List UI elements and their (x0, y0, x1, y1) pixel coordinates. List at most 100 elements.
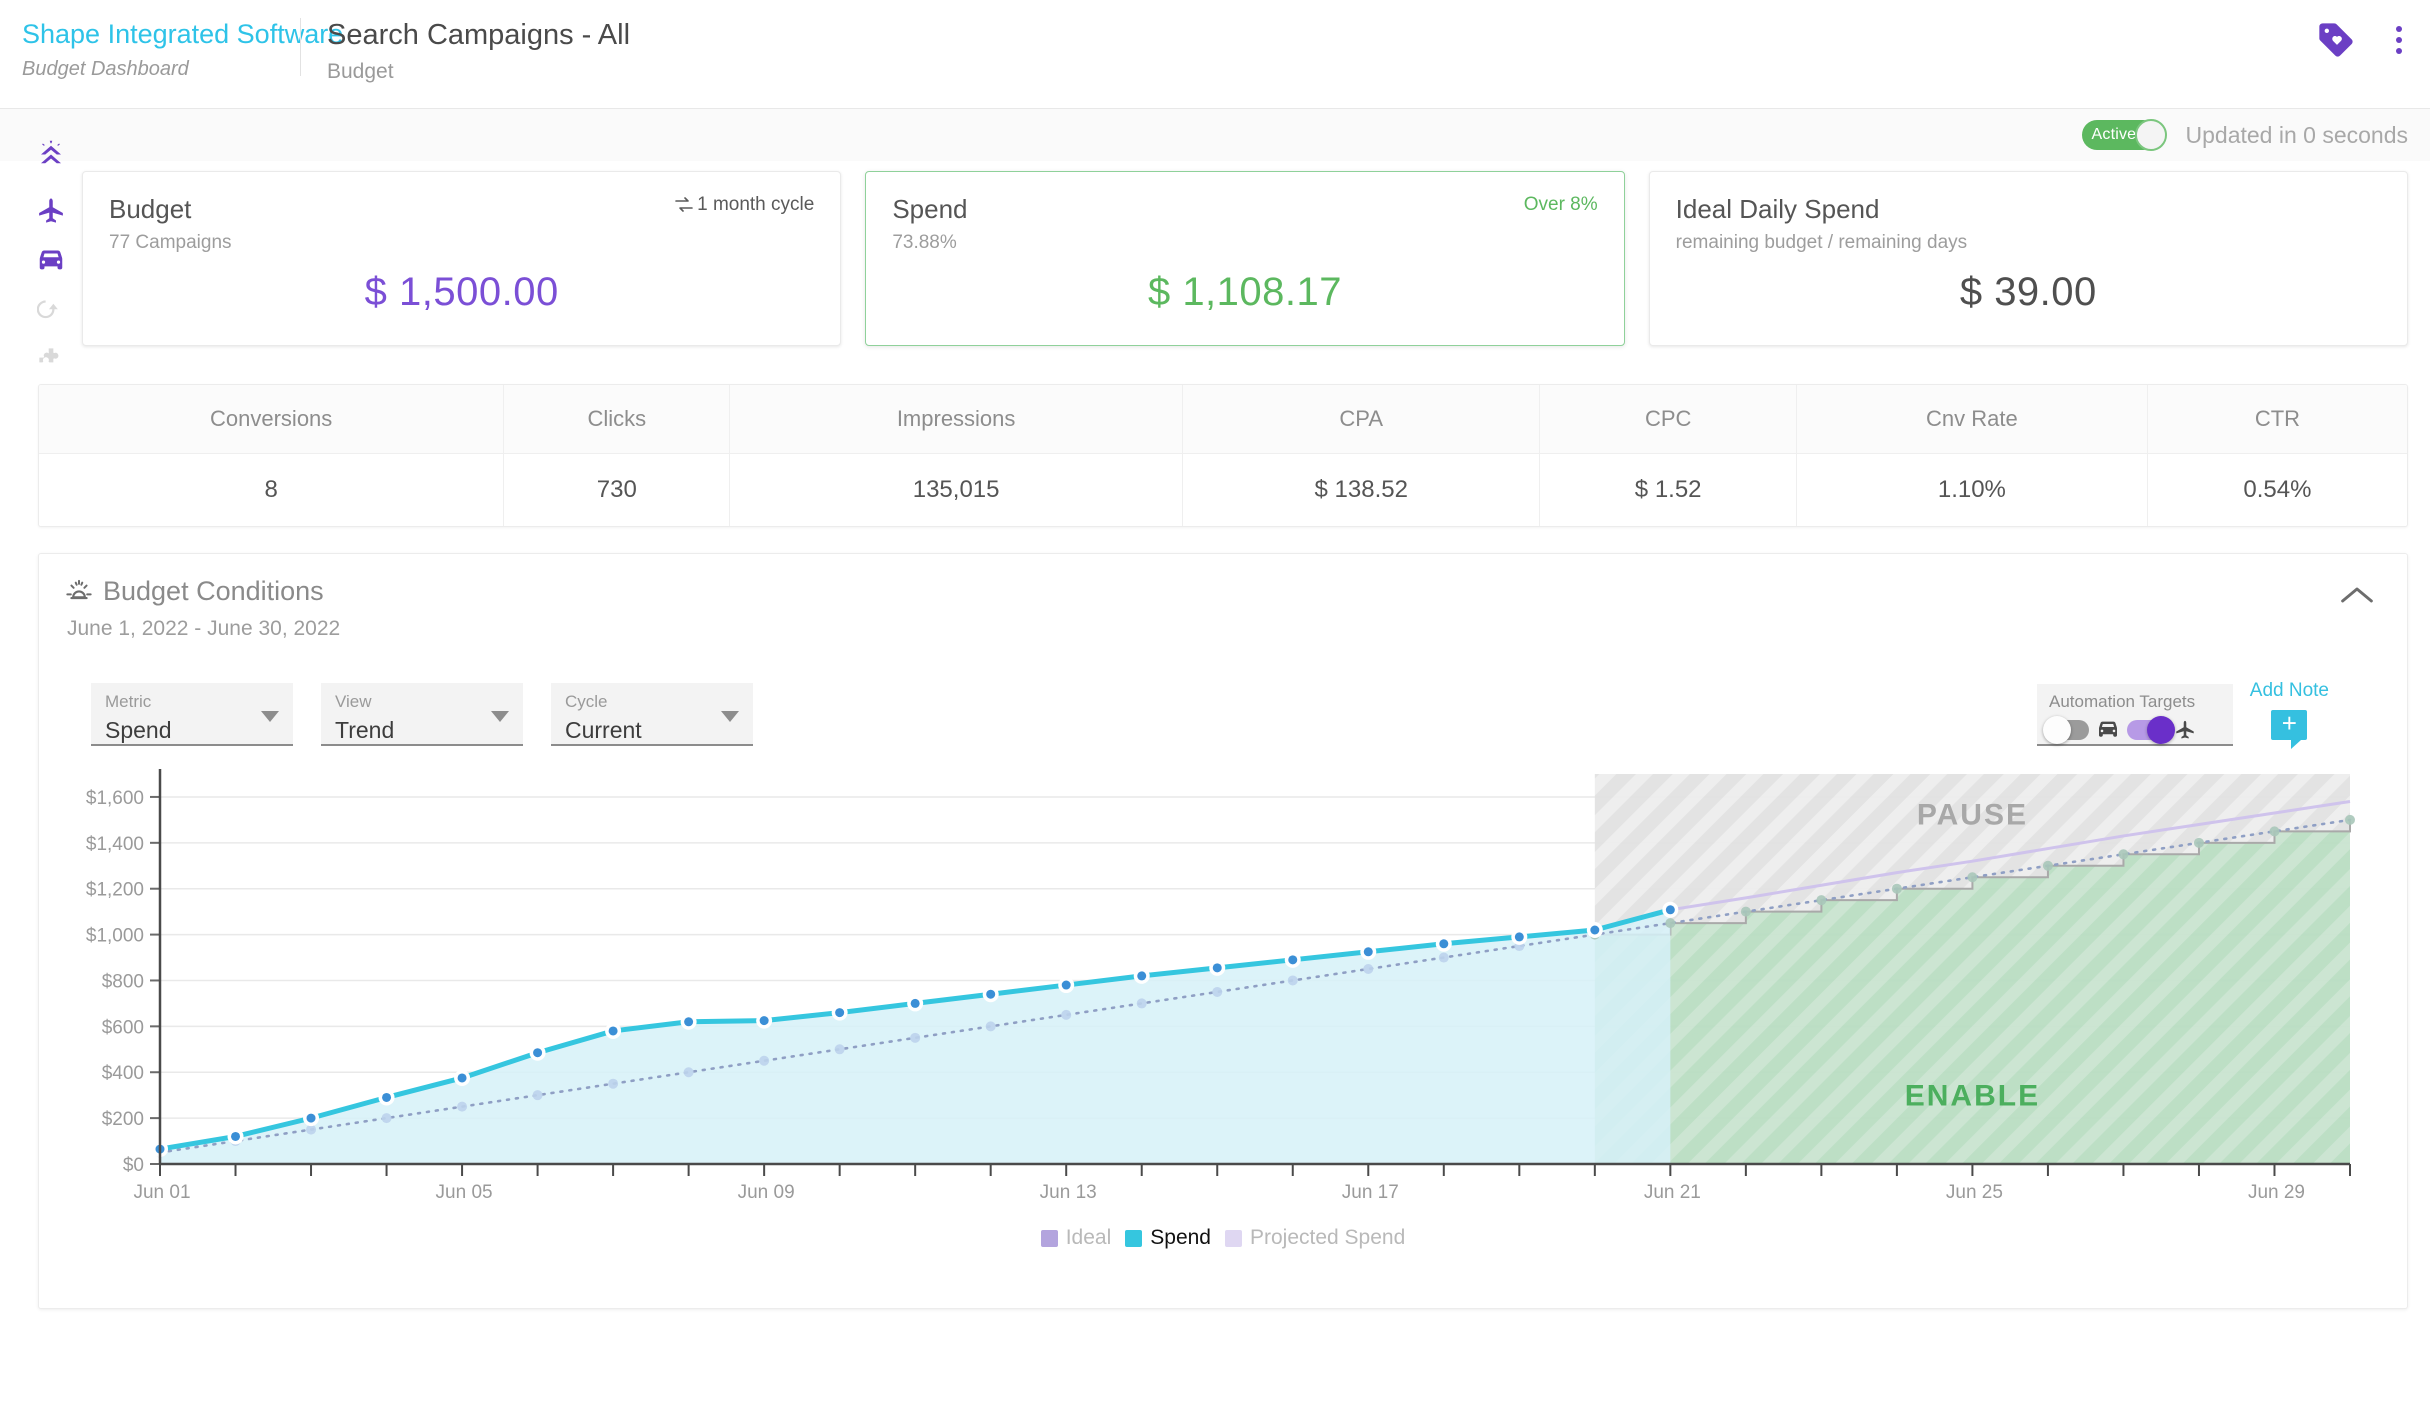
car-icon (2099, 721, 2117, 737)
metrics-value-cell: 0.54% (2147, 453, 2407, 526)
chevron-up-icon[interactable] (2333, 576, 2381, 614)
puzzle-icon (39, 348, 59, 363)
toggle-knob (2134, 119, 2167, 151)
automation-targets-label: Automation Targets (2049, 692, 2196, 711)
budget-conditions-title: Budget Conditions (103, 576, 324, 606)
refresh-icon (37, 299, 58, 319)
legend-item-spend[interactable]: Spend (1125, 1226, 1211, 1250)
cycle-select-value: Current (565, 717, 642, 743)
ideal-daily-spend-card: Ideal Daily Spend remaining budget / rem… (1648, 171, 2408, 346)
metrics-table: Conversions Clicks Impressions CPA CPC C… (38, 384, 2408, 527)
svg-text:Jun 05: Jun 05 (436, 1182, 493, 1203)
toggle-knob (2147, 716, 2175, 744)
plus-glyph: + (2281, 708, 2297, 738)
chart-legend: Ideal Spend Projected Spend (65, 1226, 2381, 1250)
status-strip: Active Updated in 0 seconds (0, 109, 2430, 161)
metrics-value-cell: 135,015 (729, 453, 1183, 526)
updated-text: Updated in 0 seconds (2185, 121, 2409, 148)
top-bar: Shape Integrated Software Budget Dashboa… (0, 0, 2430, 109)
add-note-block: Add Note + (2250, 680, 2329, 749)
svg-text:Jun 17: Jun 17 (1342, 1182, 1399, 1203)
kebab-dot (2396, 37, 2402, 43)
metric-select-value: Spend (105, 717, 172, 743)
svg-text:$600: $600 (102, 1017, 144, 1038)
svg-text:$1,000: $1,000 (86, 926, 144, 947)
tag-heart-icon[interactable] (2316, 20, 2356, 60)
svg-text:Jun 13: Jun 13 (1040, 1182, 1097, 1203)
budget-card-value: $ 1,500.00 (364, 270, 559, 314)
spend-card-note: Over 8% (1523, 194, 1598, 215)
airplane-icon (2176, 720, 2194, 739)
chevron-down-icon[interactable] (491, 711, 509, 722)
budget-card-title: Budget (109, 194, 192, 224)
budget-cycle: 1 month cycle (675, 194, 814, 216)
budget-conditions-panel: Budget Conditions June 1, 2022 - June 30… (38, 553, 2408, 1309)
svg-text:$1,200: $1,200 (86, 880, 144, 901)
cycle-icon (675, 197, 693, 212)
metrics-header-cell: Impressions (729, 385, 1183, 454)
svg-text:$800: $800 (102, 971, 144, 992)
spend-card-value: $ 1,108.17 (1147, 270, 1343, 314)
page-title: Search Campaigns - All (327, 19, 631, 51)
active-status-toggle[interactable]: Active (2081, 119, 2167, 151)
car-icon[interactable] (36, 248, 66, 274)
automation-toggle-airplane[interactable] (2127, 716, 2175, 744)
page-title-block: Search Campaigns - All Budget (301, 0, 630, 84)
svg-text:$1,400: $1,400 (86, 834, 144, 855)
svg-text:PAUSE: PAUSE (1917, 798, 2028, 831)
legend-swatch (1040, 1229, 1058, 1247)
svg-text:Jun 09: Jun 09 (738, 1182, 795, 1203)
svg-text:Jun 01: Jun 01 (133, 1182, 190, 1203)
add-note-link[interactable]: Add Note (2250, 680, 2329, 702)
automation-targets: Automation Targets (2037, 684, 2233, 746)
budget-card-sub: 77 Campaigns (109, 232, 232, 253)
ideal-card-title: Ideal Daily Spend (1675, 194, 1880, 224)
metrics-header-cell: CPA (1182, 385, 1541, 454)
cycle-select[interactable]: Cycle Current (551, 683, 753, 746)
view-select[interactable]: View Trend (321, 683, 523, 746)
metrics-value-cell: 730 (503, 453, 731, 526)
chart-canvas: $0 $200 $400 $600 $800 $1,000 $1,200 $1,400 $1,6… (86, 769, 2355, 1203)
airplane-icon[interactable] (36, 196, 66, 226)
svg-text:Jun 29: Jun 29 (2248, 1182, 2305, 1203)
chevron-down-icon[interactable] (721, 711, 739, 722)
legend-label: Spend (1150, 1226, 1211, 1249)
chart-controls: Metric Spend View Trend Cycle Current Au… (65, 680, 2381, 749)
ideal-card-value: $ 39.00 (1959, 270, 2097, 314)
metrics-value-cell: $ 138.52 (1182, 453, 1541, 526)
note-plus-icon[interactable]: + (2271, 708, 2308, 749)
active-status-label: Active (2091, 126, 2137, 143)
svg-text:$1,600: $1,600 (86, 788, 144, 809)
kebab-dot (2396, 26, 2402, 32)
metric-select[interactable]: Metric Spend (91, 683, 293, 746)
legend-item-ideal[interactable]: Ideal (1040, 1226, 1112, 1250)
kebab-dot (2396, 48, 2402, 54)
view-select-value: Trend (335, 717, 395, 743)
metrics-header-cell: Conversions (39, 385, 505, 454)
metrics-header-cell: Clicks (503, 385, 731, 454)
legend-label: Ideal (1065, 1226, 1112, 1249)
table-row: 8 730 135,015 $ 138.52 $ 1.52 1.10% 0.54… (39, 453, 2407, 526)
brand-subtitle: Budget Dashboard (22, 58, 189, 80)
chevron-down-icon[interactable] (261, 711, 279, 722)
left-rail (34, 140, 68, 374)
svg-text:$200: $200 (102, 1109, 144, 1130)
svg-text:$400: $400 (102, 1063, 144, 1084)
metric-select-label: Metric (105, 692, 152, 711)
shape-rocket-icon[interactable] (36, 140, 66, 174)
legend-item-projected-spend[interactable]: Projected Spend (1225, 1226, 1405, 1250)
metrics-value-cell: $ 1.52 (1539, 453, 1797, 526)
metrics-value-cell: 1.10% (1796, 453, 2148, 526)
budget-trend-chart: $0 $200 $400 $600 $800 $1,000 $1,200 $1,400 $1,6… (65, 764, 2381, 1249)
metrics-header-cell: Cnv Rate (1796, 385, 2148, 454)
automation-toggle-car[interactable] (2043, 716, 2089, 744)
view-select-label: View (335, 692, 372, 711)
metrics-header-cell: CTR (2147, 385, 2407, 454)
spend-card: Spend 73.88% Over 8% $ 1,108.17 (865, 171, 1625, 346)
kebab-menu-icon[interactable] (2386, 20, 2412, 60)
spend-card-title: Spend (892, 194, 968, 224)
toggle-knob (2043, 716, 2071, 744)
page-subtitle: Budget (327, 60, 394, 83)
brand-name[interactable]: Shape Integrated Software (22, 18, 343, 51)
budget-conditions-dates: June 1, 2022 - June 30, 2022 (67, 617, 341, 640)
